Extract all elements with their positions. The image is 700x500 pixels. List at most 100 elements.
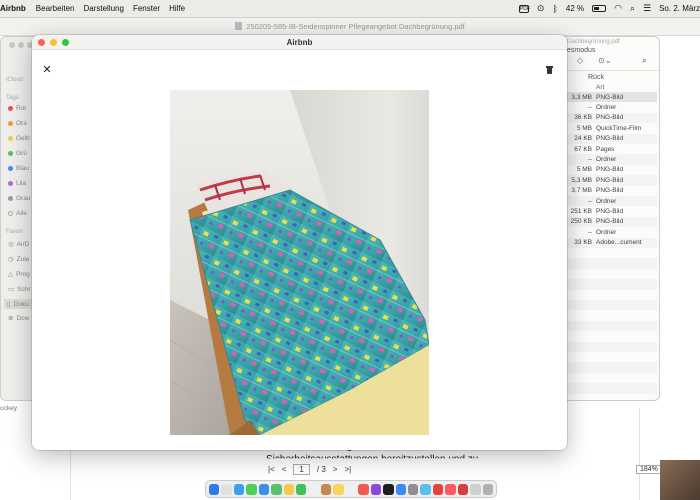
dock [205, 480, 497, 498]
contacts-dock-icon[interactable] [320, 483, 332, 495]
messages-dock-icon[interactable] [246, 483, 257, 495]
tv-dock-icon[interactable] [383, 483, 394, 495]
pdf-status-icon[interactable]: PDF [518, 4, 530, 13]
sidebar-tag-blue[interactable]: Blau [8, 165, 29, 172]
launchpad-dock-icon[interactable] [221, 483, 232, 495]
file-row[interactable]: 67 KB Pages [567, 144, 657, 154]
empty-row [567, 320, 657, 332]
tag-dot-icon [8, 166, 13, 171]
facetime-dock-icon[interactable] [296, 483, 307, 495]
battery-icon[interactable] [592, 5, 607, 12]
file-row[interactable]: 5 MB QuickTime-Film [567, 123, 657, 133]
pdf-page-navigation: |< < 1 / 3 > >| [268, 464, 351, 475]
calendar-dock-icon[interactable] [308, 483, 319, 495]
app-dock-icon[interactable] [457, 483, 469, 495]
tag-dot-icon [8, 151, 13, 156]
airbnb-window: Airbnb ✕ [32, 35, 567, 450]
sidebar-tag-red[interactable]: Rot [8, 105, 26, 112]
file-row[interactable]: 251 KB PNG-Bild [567, 206, 657, 216]
appstore-dock-icon[interactable] [395, 483, 406, 495]
airbnb-window-title: Airbnb [286, 38, 313, 47]
view-mode-label[interactable]: esmodus [567, 47, 595, 54]
sidebar-tag-yellow[interactable]: Gelb [8, 135, 30, 142]
finder-close-icon[interactable] [9, 42, 15, 48]
bluetooth-icon[interactable]: ᛒ [552, 4, 557, 14]
photos-dock-icon[interactable] [283, 483, 295, 495]
empty-row [567, 300, 657, 311]
last-page-icon[interactable]: >| [344, 465, 351, 474]
more-options-icon[interactable]: ⊙⌄ [598, 56, 611, 65]
finder-dock-icon[interactable] [208, 483, 220, 495]
sidebar-tag-all[interactable]: Alle [8, 210, 27, 217]
airdrop-icon: ◎ [8, 241, 14, 248]
file-row[interactable]: 33 KB Adobe...cument [567, 237, 657, 248]
preview-dock-icon[interactable] [420, 483, 431, 495]
podcasts-dock-icon[interactable] [370, 483, 382, 495]
column-header-kind[interactable]: Art [596, 84, 604, 91]
trash-icon[interactable] [544, 63, 556, 77]
sidebar-fav-downloads[interactable]: ⊕ Dow [8, 314, 29, 323]
menu-darstellung[interactable]: Darstellung [83, 4, 123, 13]
play-icon[interactable]: ⊙ [537, 3, 545, 14]
page-total: / 3 [316, 465, 326, 474]
page-number-input[interactable]: 1 [293, 464, 310, 475]
tag-dot-icon [8, 196, 13, 201]
sidebar-header-favorites: Favori [6, 229, 23, 235]
airbnb-dock-icon[interactable] [445, 483, 456, 495]
zoom-value[interactable]: 184% [636, 465, 662, 474]
file-row[interactable]: -- Ordner [567, 154, 657, 165]
file-row[interactable]: 24 KB PNG-Bild [567, 133, 657, 144]
sidebar-tag-green[interactable]: Grü [8, 150, 27, 157]
music-dock-icon[interactable] [358, 483, 369, 495]
file-row[interactable]: 250 KB PNG-Bild [567, 216, 657, 228]
trash-dock-icon[interactable] [482, 483, 494, 495]
control-center-icon[interactable]: ☰ [643, 3, 651, 14]
tag-dot-icon [8, 136, 13, 141]
next-page-icon[interactable]: > [333, 465, 338, 474]
search-icon[interactable]: ⌕ [642, 55, 647, 66]
finder-minimize-icon[interactable] [18, 42, 24, 48]
menu-app-name[interactable]: Airbnb [0, 4, 26, 13]
empty-row [567, 279, 657, 290]
sidebar-fav-airdrop[interactable]: ◎ AirD [8, 240, 29, 249]
previous-page-icon[interactable]: < [282, 465, 287, 474]
menu-hilfe[interactable]: Hilfe [169, 4, 185, 13]
file-row[interactable]: 36 KB PNG-Bild [567, 112, 657, 124]
mail-dock-icon[interactable] [258, 483, 270, 495]
reminders-dock-icon[interactable] [345, 483, 357, 495]
file-row[interactable]: 5,3 MB PNG-Bild [567, 175, 657, 186]
document-icon: ▯ [7, 301, 11, 308]
file-row[interactable]: -- Ordner [567, 196, 657, 207]
pdf-dock-icon[interactable] [432, 483, 444, 495]
file-row[interactable]: -- Ordner [567, 102, 657, 112]
sidebar-tag-purple[interactable]: Lila [8, 180, 26, 187]
maps-dock-icon[interactable] [271, 483, 282, 495]
wifi-icon[interactable]: ◠ [614, 3, 622, 14]
sidebar-tag-orange[interactable]: Ora [8, 120, 27, 127]
downloads-dock-icon[interactable] [470, 483, 481, 495]
empty-row [567, 341, 657, 352]
settings-dock-icon[interactable] [407, 483, 419, 495]
file-row[interactable]: -- Ordner [567, 227, 657, 237]
menu-bearbeiten[interactable]: Bearbeiten [36, 4, 75, 13]
back-label[interactable]: Rück [588, 74, 604, 81]
search-icon[interactable]: ⌕ [630, 3, 635, 14]
safari-dock-icon[interactable] [233, 483, 245, 495]
notes-dock-icon[interactable] [333, 483, 344, 495]
menu-datetime[interactable]: So. 2. März [659, 4, 700, 13]
sidebar-fav-programs[interactable]: △ Prog [8, 270, 30, 279]
download-icon: ⊕ [8, 315, 14, 322]
file-row[interactable]: 3,3 MB PNG-Bild [567, 92, 657, 103]
sidebar-fav-documents[interactable]: ▯ Doku [4, 299, 32, 309]
finder-toolbar: esmodus [567, 47, 595, 54]
file-row[interactable]: 3,7 MB PNG-Bild [567, 186, 657, 196]
sidebar-tag-gray[interactable]: Grau [8, 195, 30, 202]
close-icon[interactable]: ✕ [40, 63, 54, 77]
menu-fenster[interactable]: Fenster [133, 4, 160, 13]
tag-dot-icon [8, 181, 13, 186]
tag-icon[interactable]: ◇ [577, 56, 583, 65]
first-page-icon[interactable]: |< [268, 465, 275, 474]
sidebar-fav-recents[interactable]: ◷ Zule [8, 255, 29, 264]
sidebar-fav-desktop[interactable]: ▭ Schr [8, 285, 31, 294]
file-row[interactable]: 5 MB PNG-Bild [567, 165, 657, 175]
